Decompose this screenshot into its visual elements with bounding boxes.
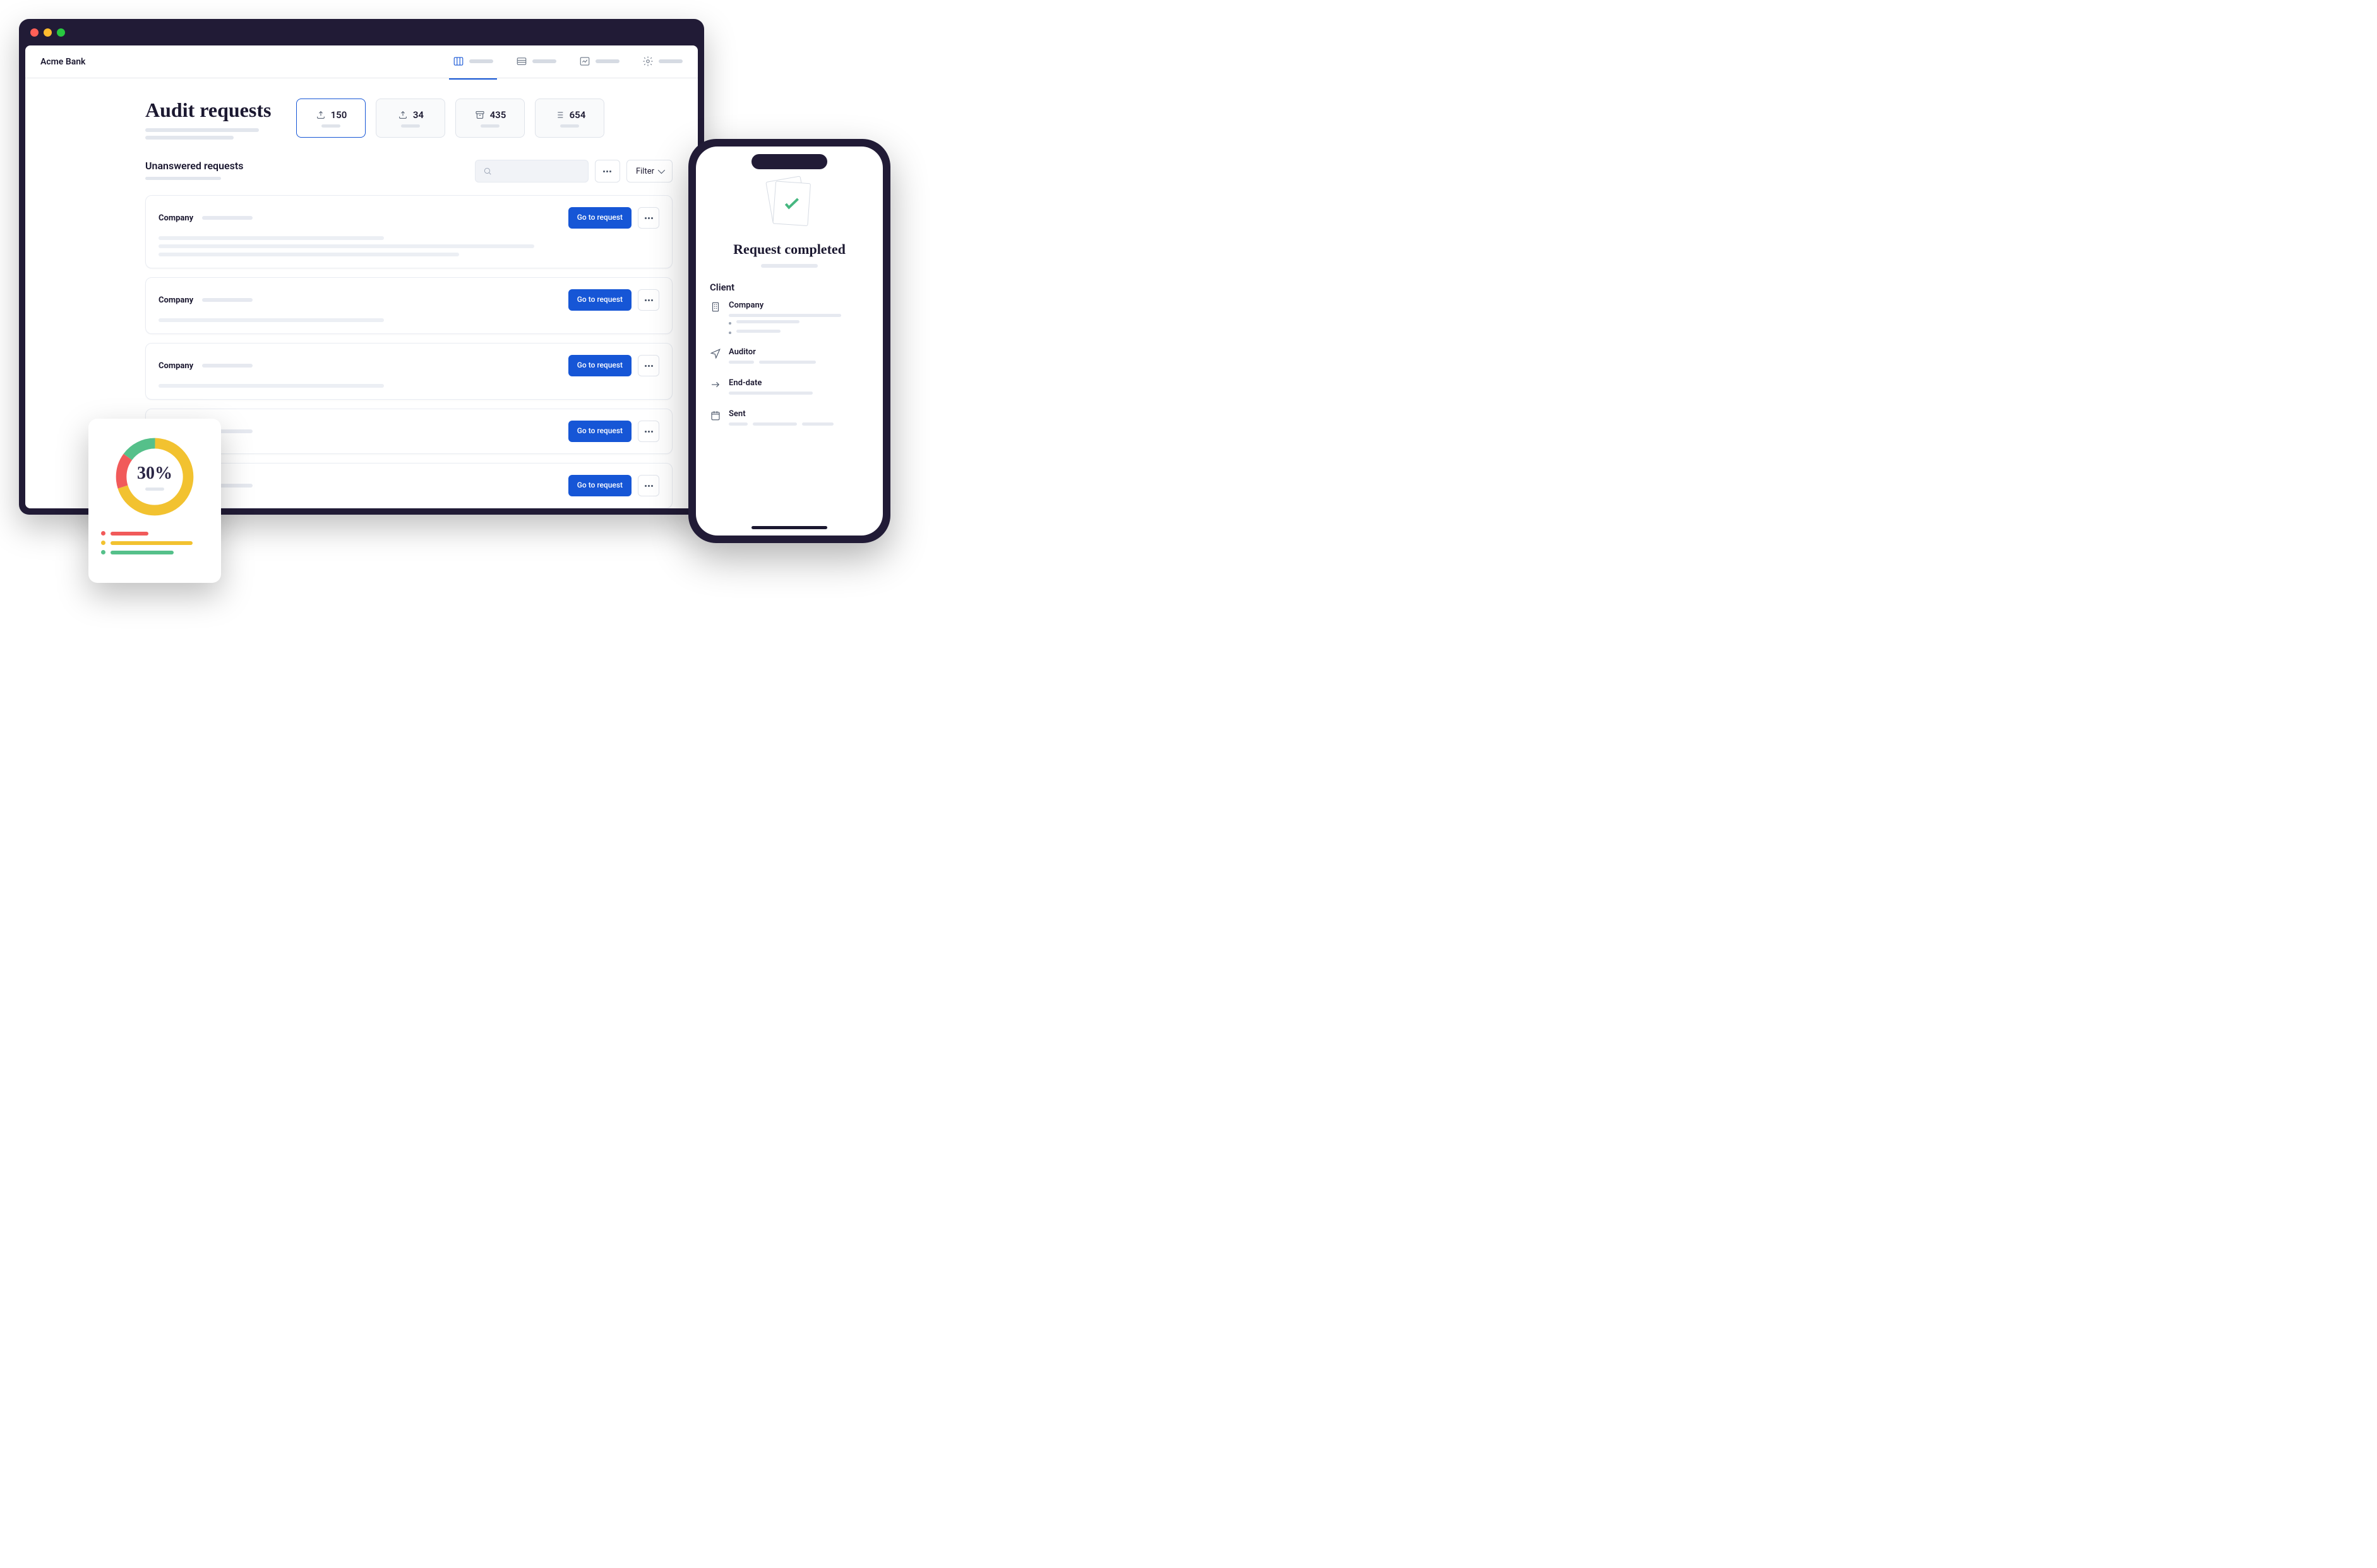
archive-icon [475, 110, 485, 120]
go-to-request-button[interactable]: Go to request [568, 207, 632, 229]
request-card: Company Go to request [145, 409, 673, 454]
ellipsis-icon [645, 431, 653, 433]
donut-chart: 30% [111, 433, 199, 521]
stat-value: 150 [331, 109, 347, 121]
request-list: Company Go to request [145, 195, 673, 508]
request-card: Company Go to request [145, 343, 673, 400]
stat-value: 34 [413, 109, 424, 121]
window-maximize-dot[interactable] [57, 28, 65, 37]
phone-mockup: Request completed Client Company Audito [688, 139, 890, 543]
page-title: Audit requests [145, 99, 271, 122]
list-controls: Filter [475, 160, 673, 183]
upload-icon [316, 110, 326, 120]
card-more-button[interactable] [638, 475, 659, 496]
legend-item [101, 550, 208, 554]
building-icon [710, 301, 721, 313]
detail-row-auditor: Auditor [710, 347, 869, 367]
request-card: Company Go to request [145, 463, 673, 508]
go-to-request-button[interactable]: Go to request [568, 355, 632, 376]
detail-label: End-date [729, 378, 869, 388]
go-to-request-button[interactable]: Go to request [568, 475, 632, 496]
home-indicator[interactable] [751, 526, 827, 529]
detail-label: Sent [729, 409, 869, 419]
window-close-dot[interactable] [30, 28, 39, 37]
stat-card-0[interactable]: 150 [296, 99, 366, 138]
chevron-down-icon [658, 167, 665, 174]
go-to-request-button[interactable]: Go to request [568, 289, 632, 311]
page-title-block: Audit requests [145, 99, 271, 143]
card-more-button[interactable] [638, 207, 659, 229]
top-nav [453, 56, 683, 68]
company-label: Company [159, 213, 193, 223]
detail-row-end-date: End-date [710, 378, 869, 398]
stat-card-3[interactable]: 654 [535, 99, 604, 138]
topbar: Acme Bank [25, 45, 698, 78]
list-icon [554, 110, 565, 120]
more-actions-button[interactable] [595, 160, 620, 183]
send-icon [710, 348, 721, 359]
detail-row-sent: Sent [710, 409, 869, 429]
ellipsis-icon [603, 171, 611, 172]
arrow-right-icon [710, 379, 721, 390]
stat-row: 150 34 [296, 99, 604, 138]
nav-item-settings[interactable] [642, 56, 683, 68]
legend-dot-green [101, 550, 105, 554]
table-icon [516, 56, 527, 67]
phone-title: Request completed [710, 241, 869, 258]
stat-card-2[interactable]: 435 [455, 99, 525, 138]
stat-value: 654 [570, 109, 586, 121]
browser-chrome [19, 19, 704, 45]
legend-dot-red [101, 531, 105, 536]
detail-label: Company [729, 301, 869, 310]
legend-item [101, 541, 208, 545]
search-icon [483, 167, 492, 176]
calendar-icon [710, 410, 721, 421]
list-heading: Unanswered requests [145, 160, 243, 172]
stat-card-1[interactable]: 34 [376, 99, 445, 138]
donut-legend [101, 531, 208, 554]
nav-item-table[interactable] [516, 56, 556, 68]
request-card: Company Go to request [145, 195, 673, 268]
nav-item-columns[interactable] [453, 56, 493, 68]
company-label: Company [159, 361, 193, 371]
section-label: Client [710, 282, 869, 293]
card-more-button[interactable] [638, 421, 659, 442]
window-minimize-dot[interactable] [44, 28, 52, 37]
stat-value: 435 [490, 109, 506, 121]
detail-label: Auditor [729, 347, 869, 357]
filter-button[interactable]: Filter [626, 160, 673, 183]
filter-label: Filter [636, 167, 654, 176]
donut-percent: 30% [137, 464, 172, 484]
request-card: Company Go to request [145, 277, 673, 334]
hero-section: Audit requests 150 [25, 78, 698, 143]
search-input[interactable] [475, 160, 589, 183]
columns-icon [453, 56, 464, 67]
legend-dot-yellow [101, 541, 105, 545]
gear-icon [642, 56, 654, 67]
ellipsis-icon [645, 217, 653, 219]
chart-icon [579, 56, 590, 67]
brand-name: Acme Bank [40, 57, 85, 67]
go-to-request-button[interactable]: Go to request [568, 421, 632, 442]
phone-notch [751, 154, 827, 169]
check-icon [781, 193, 803, 214]
card-more-button[interactable] [638, 289, 659, 311]
success-illustration [710, 179, 869, 230]
nav-item-analytics[interactable] [579, 56, 620, 68]
card-more-button[interactable] [638, 355, 659, 376]
ellipsis-icon [645, 365, 653, 367]
legend-item [101, 531, 208, 536]
company-label: Company [159, 296, 193, 305]
ellipsis-icon [645, 299, 653, 301]
ellipsis-icon [645, 485, 653, 487]
upload-icon [398, 110, 408, 120]
detail-row-company: Company [710, 301, 869, 336]
donut-card: 30% [88, 419, 221, 583]
phone-screen: Request completed Client Company Audito [696, 147, 883, 536]
list-header: Unanswered requests Filter [145, 160, 673, 183]
